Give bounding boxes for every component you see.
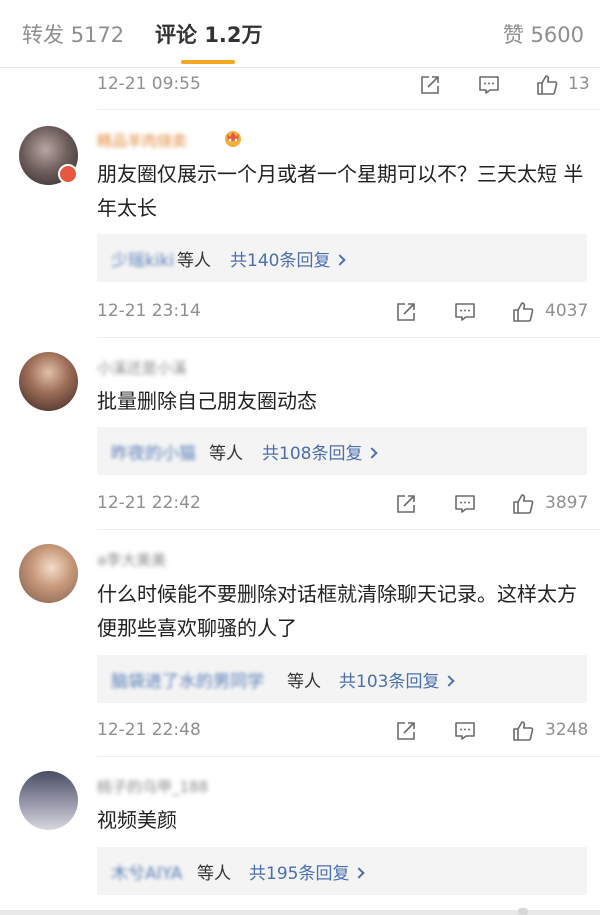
like-icon[interactable]: [511, 492, 535, 516]
divider: [97, 337, 600, 338]
reply-usernames[interactable]: 脑袋进了水的男同学: [111, 667, 264, 692]
comment-text: 什么时候能不要删除对话框就清除聊天记录。这样太方便那些喜欢聊骚的人了: [97, 582, 577, 640]
reply-suffix: 等人: [177, 251, 211, 271]
username[interactable]: a李大美美: [97, 549, 166, 570]
share-icon[interactable]: [418, 73, 442, 97]
chevron-right-icon: [443, 675, 456, 687]
comment-icon[interactable]: [453, 719, 477, 743]
avatar[interactable]: [19, 771, 78, 830]
tab-repost[interactable]: 转发 5172: [22, 20, 124, 50]
reply-count-text: 共195条回复: [249, 864, 350, 884]
tab-repost-label: 转发: [22, 23, 64, 47]
active-tab-indicator: [181, 60, 235, 64]
reply-suffix: 等人: [287, 672, 321, 692]
tab-comment[interactable]: 评论 1.2万: [155, 20, 263, 50]
reply-suffix: 等人: [197, 864, 231, 884]
comment-time: 12-21 22:48: [97, 720, 201, 740]
comment-time: 12-21 23:14: [97, 301, 201, 321]
tab-like-label: 赞: [502, 23, 524, 47]
comment-tabs: 转发 5172 评论 1.2万 赞 5600: [0, 0, 600, 68]
vip-badge-icon: [58, 164, 78, 184]
comment-icon[interactable]: [453, 300, 477, 324]
comment-icon[interactable]: [477, 73, 501, 97]
tab-repost-count: 5172: [70, 23, 125, 47]
divider: [97, 756, 600, 757]
reply-count-link[interactable]: 共195条回复: [249, 859, 366, 884]
comment-meta-row: 12-21 23:14 4037: [0, 297, 600, 327]
tab-like[interactable]: 赞 5600: [503, 20, 584, 50]
share-icon[interactable]: [394, 300, 418, 324]
like-icon[interactable]: [511, 719, 535, 743]
reply-summary[interactable]: 木兮AIYA 等人 共195条回复: [97, 847, 587, 895]
scroll-indicator: [518, 908, 528, 915]
share-icon[interactable]: [394, 492, 418, 516]
chevron-right-icon: [353, 867, 366, 879]
comment-text: 视频美颜: [97, 808, 177, 832]
like-count: 13: [568, 74, 590, 94]
reply-usernames[interactable]: 昨夜的小猫: [111, 439, 196, 464]
share-icon[interactable]: [394, 719, 418, 743]
reply-count-link[interactable]: 共103条回复: [339, 667, 456, 692]
tab-comment-label: 评论: [155, 23, 197, 47]
username[interactable]: 精品羊肉烧卖: [97, 130, 187, 151]
comment-time: 12-21 22:42: [97, 493, 201, 513]
crown-icon: [222, 128, 244, 148]
reply-count-text: 共103条回复: [339, 672, 440, 692]
divider: [97, 529, 600, 530]
username[interactable]: 桃子的乌甲_188: [97, 776, 208, 797]
comment-meta-row: 12-21 22:48 3248: [0, 716, 600, 746]
reply-count-link[interactable]: 共108条回复: [262, 439, 379, 464]
reply-usernames[interactable]: 少瑶kiki: [111, 246, 174, 271]
chevron-right-icon: [366, 447, 379, 459]
like-icon[interactable]: [535, 73, 559, 97]
avatar[interactable]: [19, 352, 78, 411]
comment-meta-row: 12-21 09:55 13: [0, 70, 600, 100]
avatar[interactable]: [19, 544, 78, 603]
reply-summary[interactable]: 少瑶kiki 等人 共140条回复: [97, 234, 587, 282]
reply-count-text: 共140条回复: [230, 251, 331, 271]
comment-meta-row: 12-21 22:42 3897: [0, 489, 600, 519]
reply-count-link[interactable]: 共140条回复: [230, 246, 347, 271]
comment-text: 批量删除自己朋友圈动态: [97, 389, 317, 413]
reply-summary[interactable]: 昨夜的小猫 等人 共108条回复: [97, 427, 587, 475]
like-count: 3897: [545, 493, 589, 513]
divider: [97, 109, 600, 110]
tab-like-count: 5600: [530, 23, 584, 47]
tab-comment-count: 1.2万: [204, 23, 263, 47]
chevron-right-icon: [334, 254, 347, 266]
reply-count-text: 共108条回复: [262, 444, 363, 464]
reply-summary[interactable]: 脑袋进了水的男同学 等人 共103条回复: [97, 655, 587, 703]
like-count: 3248: [545, 720, 589, 740]
bottom-edge: [0, 910, 600, 915]
reply-suffix: 等人: [209, 444, 243, 464]
comment-icon[interactable]: [453, 492, 477, 516]
comment-time: 12-21 09:55: [97, 74, 201, 94]
username[interactable]: 小溪还是小溪: [97, 357, 187, 378]
reply-usernames[interactable]: 木兮AIYA: [111, 859, 182, 884]
like-count: 4037: [545, 301, 589, 321]
like-icon[interactable]: [511, 300, 535, 324]
comment-text: 朋友圈仅展示一个月或者一个星期可以不？三天太短 半年太长: [97, 162, 584, 220]
